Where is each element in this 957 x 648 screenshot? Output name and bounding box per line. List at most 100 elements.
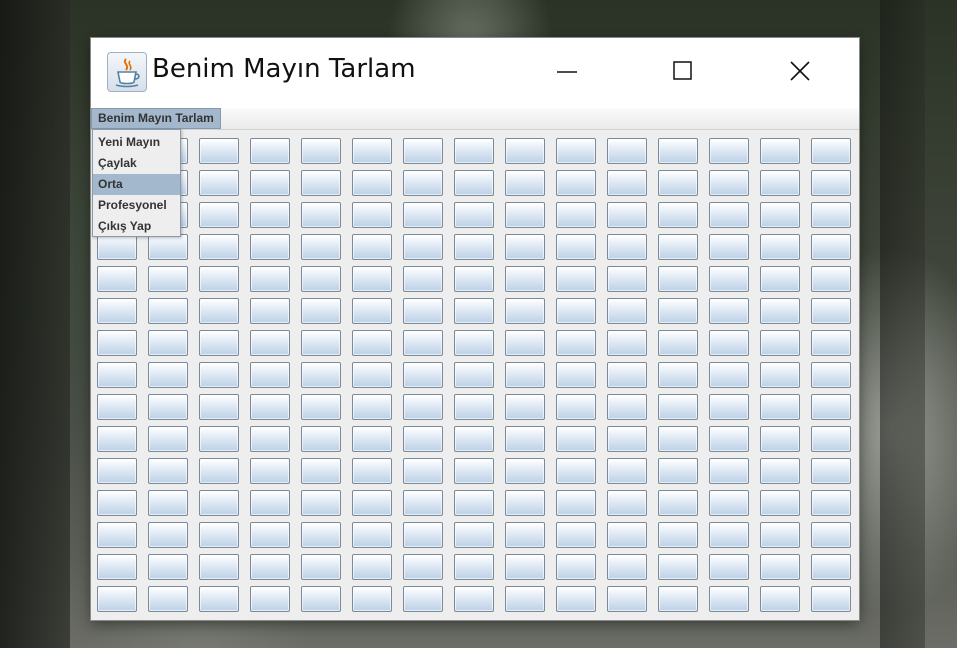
mine-cell[interactable] xyxy=(454,522,494,548)
mine-cell[interactable] xyxy=(454,298,494,324)
mine-cell[interactable] xyxy=(250,138,290,164)
mine-cell[interactable] xyxy=(556,330,596,356)
mine-cell[interactable] xyxy=(301,554,341,580)
mine-cell[interactable] xyxy=(97,458,137,484)
mine-cell[interactable] xyxy=(505,234,545,260)
mine-cell[interactable] xyxy=(607,170,647,196)
mine-cell[interactable] xyxy=(760,202,800,228)
mine-cell[interactable] xyxy=(505,586,545,612)
menu-item-yeni-mayin[interactable]: Yeni Mayın xyxy=(93,132,180,153)
mine-cell[interactable] xyxy=(97,234,137,260)
mine-cell[interactable] xyxy=(199,298,239,324)
mine-cell[interactable] xyxy=(760,522,800,548)
mine-cell[interactable] xyxy=(148,266,188,292)
mine-cell[interactable] xyxy=(709,330,749,356)
mine-cell[interactable] xyxy=(403,586,443,612)
mine-cell[interactable] xyxy=(301,490,341,516)
mine-cell[interactable] xyxy=(454,266,494,292)
mine-cell[interactable] xyxy=(148,426,188,452)
mine-cell[interactable] xyxy=(148,586,188,612)
mine-cell[interactable] xyxy=(811,458,851,484)
mine-cell[interactable] xyxy=(97,426,137,452)
mine-cell[interactable] xyxy=(811,522,851,548)
menu-item-profesyonel[interactable]: Profesyonel xyxy=(93,195,180,216)
mine-cell[interactable] xyxy=(301,138,341,164)
mine-cell[interactable] xyxy=(709,362,749,388)
mine-cell[interactable] xyxy=(403,138,443,164)
mine-cell[interactable] xyxy=(403,170,443,196)
mine-cell[interactable] xyxy=(403,298,443,324)
mine-cell[interactable] xyxy=(658,458,698,484)
mine-cell[interactable] xyxy=(148,330,188,356)
mine-cell[interactable] xyxy=(148,522,188,548)
title-bar[interactable]: Benim Mayın Tarlam xyxy=(91,38,859,108)
mine-cell[interactable] xyxy=(760,362,800,388)
mine-cell[interactable] xyxy=(199,394,239,420)
mine-cell[interactable] xyxy=(352,202,392,228)
mine-cell[interactable] xyxy=(658,234,698,260)
mine-cell[interactable] xyxy=(556,458,596,484)
mine-cell[interactable] xyxy=(556,362,596,388)
mine-cell[interactable] xyxy=(658,362,698,388)
mine-cell[interactable] xyxy=(607,490,647,516)
mine-cell[interactable] xyxy=(607,138,647,164)
mine-cell[interactable] xyxy=(658,554,698,580)
mine-cell[interactable] xyxy=(199,554,239,580)
mine-cell[interactable] xyxy=(250,522,290,548)
mine-cell[interactable] xyxy=(250,330,290,356)
mine-cell[interactable] xyxy=(556,202,596,228)
mine-cell[interactable] xyxy=(97,298,137,324)
mine-cell[interactable] xyxy=(607,234,647,260)
mine-cell[interactable] xyxy=(505,202,545,228)
mine-cell[interactable] xyxy=(556,138,596,164)
mine-cell[interactable] xyxy=(556,522,596,548)
mine-cell[interactable] xyxy=(811,298,851,324)
mine-cell[interactable] xyxy=(556,394,596,420)
mine-cell[interactable] xyxy=(709,490,749,516)
mine-cell[interactable] xyxy=(250,170,290,196)
mine-cell[interactable] xyxy=(454,394,494,420)
mine-cell[interactable] xyxy=(709,522,749,548)
mine-cell[interactable] xyxy=(352,138,392,164)
mine-cell[interactable] xyxy=(301,234,341,260)
mine-cell[interactable] xyxy=(97,266,137,292)
mine-cell[interactable] xyxy=(352,490,392,516)
mine-cell[interactable] xyxy=(250,298,290,324)
mine-cell[interactable] xyxy=(505,362,545,388)
mine-cell[interactable] xyxy=(760,330,800,356)
mine-cell[interactable] xyxy=(709,586,749,612)
mine-cell[interactable] xyxy=(556,554,596,580)
mine-cell[interactable] xyxy=(607,394,647,420)
mine-cell[interactable] xyxy=(97,586,137,612)
mine-cell[interactable] xyxy=(607,362,647,388)
mine-cell[interactable] xyxy=(250,202,290,228)
mine-cell[interactable] xyxy=(148,362,188,388)
mine-cell[interactable] xyxy=(556,490,596,516)
mine-cell[interactable] xyxy=(199,458,239,484)
mine-cell[interactable] xyxy=(352,522,392,548)
mine-cell[interactable] xyxy=(250,458,290,484)
mine-cell[interactable] xyxy=(454,330,494,356)
mine-cell[interactable] xyxy=(658,330,698,356)
mine-cell[interactable] xyxy=(811,138,851,164)
mine-cell[interactable] xyxy=(199,490,239,516)
mine-cell[interactable] xyxy=(811,490,851,516)
mine-cell[interactable] xyxy=(199,362,239,388)
mine-cell[interactable] xyxy=(607,298,647,324)
mine-cell[interactable] xyxy=(199,170,239,196)
mine-cell[interactable] xyxy=(454,234,494,260)
mine-cell[interactable] xyxy=(454,458,494,484)
mine-cell[interactable] xyxy=(97,394,137,420)
mine-cell[interactable] xyxy=(709,458,749,484)
mine-cell[interactable] xyxy=(658,202,698,228)
mine-cell[interactable] xyxy=(97,330,137,356)
mine-cell[interactable] xyxy=(148,234,188,260)
mine-cell[interactable] xyxy=(403,522,443,548)
mine-cell[interactable] xyxy=(352,330,392,356)
mine-cell[interactable] xyxy=(658,426,698,452)
mine-cell[interactable] xyxy=(199,522,239,548)
mine-cell[interactable] xyxy=(199,586,239,612)
mine-cell[interactable] xyxy=(760,458,800,484)
mine-cell[interactable] xyxy=(760,138,800,164)
mine-cell[interactable] xyxy=(658,298,698,324)
